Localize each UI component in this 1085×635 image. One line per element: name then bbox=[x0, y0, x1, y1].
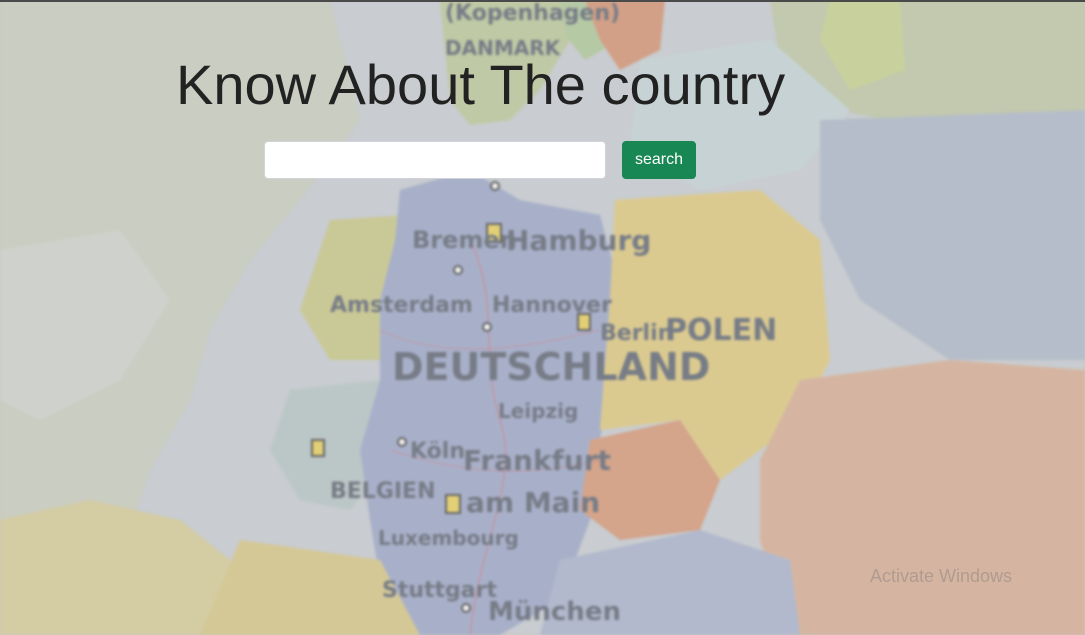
country-search-input[interactable] bbox=[264, 141, 606, 179]
page-title: Know About The country bbox=[176, 53, 786, 116]
activate-windows-watermark: Activate Windows bbox=[870, 566, 1013, 586]
search-button[interactable]: search bbox=[622, 141, 696, 179]
window-top-border bbox=[0, 0, 1085, 2]
main-content: Know About The country search Activate W… bbox=[0, 0, 1085, 635]
page: (Kopenhagen) DANMARK Bremen Hamburg Hann… bbox=[0, 0, 1085, 635]
